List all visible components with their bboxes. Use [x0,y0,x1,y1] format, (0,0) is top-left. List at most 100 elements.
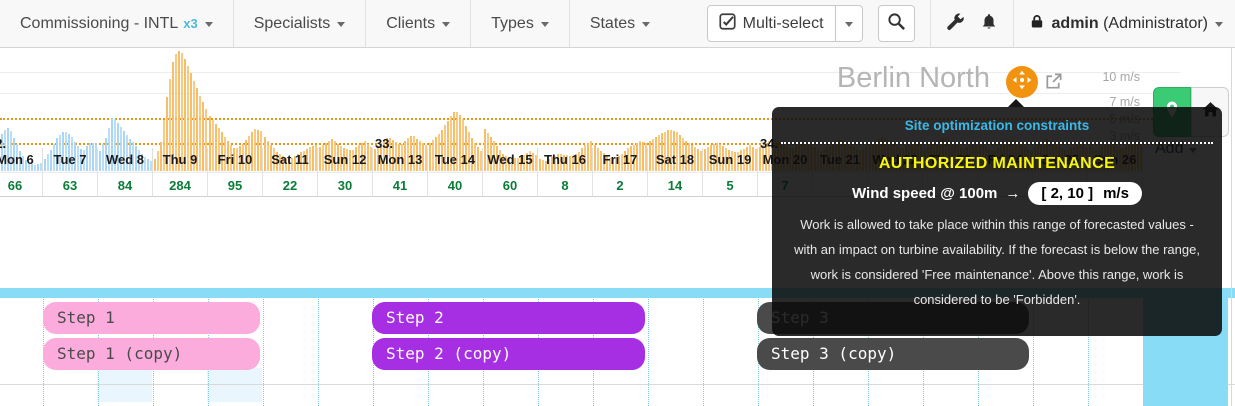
site-optimization-button[interactable] [1006,66,1038,98]
search-icon [887,12,906,36]
day-total-value: 284 [153,172,208,197]
lock-icon [1029,13,1045,35]
day-total-value: 84 [98,172,153,197]
export-button[interactable] [1044,72,1063,96]
caret-down-icon [205,22,213,27]
menu-label: Types [491,15,534,33]
chart-gridline [0,72,1180,73]
day-header-mon-6[interactable]: Mon 6 [0,148,43,172]
day-header-sat-18[interactable]: Sat 18 [648,148,703,172]
day-header-thu-16[interactable]: Thu 16 [538,148,593,172]
top-navbar: Commissioning - INTL x3 Specialists Clients… [0,0,1235,48]
user-role: (Administrator) [1103,15,1208,32]
multi-select-label: Multi-select [743,15,824,33]
gantt-gridline [703,288,704,406]
day-total-value: 66 [0,172,43,197]
day-header-wed-15[interactable]: Wed 15 [483,148,538,172]
right-edge-scroll-line[interactable] [1231,48,1232,406]
caret-down-icon [442,22,450,27]
nav-right-group: Multi-select [707,0,1235,47]
site-title: Berlin North [837,62,990,95]
day-total-value: 22 [263,172,318,197]
menu-states[interactable]: States [570,0,670,47]
day-header-sun-12[interactable]: Sun 12 [318,148,373,172]
day-header-fri-17[interactable]: Fri 17 [593,148,648,172]
gantt-highlight-column [97,368,152,402]
notifications-bell-button[interactable] [980,12,998,36]
gantt-gridline [318,288,319,406]
tooltip-wind-row: Wind speed @ 100m → [ 2, 10 ] m/s [772,182,1222,205]
caret-down-icon [541,22,549,27]
arrow-right-glyph: → [1005,185,1020,202]
menu-label: States [590,15,635,33]
day-total-value: 40 [428,172,483,197]
day-total-value: 2 [593,172,648,197]
day-total-value: 41 [373,172,428,197]
search-button[interactable] [878,5,915,42]
caret-down-icon [642,22,650,27]
day-total-value: 95 [208,172,263,197]
gantt-gridline [648,288,649,406]
checkbox-check-icon [719,13,736,35]
user-menu[interactable]: admin (Administrator) [1029,13,1223,35]
gantt-task-step-1[interactable]: Step 1 [43,302,260,334]
app-window: Commissioning - INTL x3 Specialists Clients… [0,0,1235,406]
bell-icon [980,12,998,36]
menu-label: Specialists [254,15,330,33]
scheduler-stage: 10 m/s7 m/s5 m/s3 m/s32.33.34.Mon 666Tue… [0,48,1235,406]
day-total-value: 60 [483,172,538,197]
navbar-divider [1013,0,1014,47]
menu-types[interactable]: Types [471,0,569,47]
day-total-value: 8 [538,172,593,197]
wind-range-pill: [ 2, 10 ] m/s [1028,182,1142,205]
gantt-gridline [263,288,264,406]
tooltip-title: Site optimization constraints [772,118,1222,133]
menu-label: Clients [386,15,435,33]
menu-commissioning-intl[interactable]: Commissioning - INTL x3 [0,0,233,47]
navbar-divider [930,0,931,47]
user-name: admin [1052,15,1099,32]
wind-range-unit: m/s [1103,185,1129,202]
share-icon [1044,78,1063,95]
day-header-tue-14[interactable]: Tue 14 [428,148,483,172]
wind-speed-label: Wind speed @ 100m [852,185,997,202]
day-total-value: 14 [648,172,703,197]
day-total-value: 63 [43,172,98,197]
caret-down-icon [845,22,853,27]
day-header-sun-19[interactable]: Sun 19 [703,148,758,172]
multi-select-dropdown-toggle[interactable] [835,6,862,41]
day-total-value: 30 [318,172,373,197]
gantt-task-step-1-copy-[interactable]: Step 1 (copy) [43,338,260,370]
menu-specialists[interactable]: Specialists [234,0,365,47]
wrench-icon [946,12,965,36]
day-header-thu-9[interactable]: Thu 9 [153,148,208,172]
multi-select-button[interactable]: Multi-select [708,6,835,41]
menu-clients[interactable]: Clients [366,0,470,47]
settings-wrench-button[interactable] [946,12,965,36]
nav-menu-group: Commissioning - INTL x3 Specialists Clients… [0,0,670,47]
menu-label: Commissioning - INTL [20,15,178,33]
tooltip-arrow [1008,99,1024,107]
chart-gridline [0,93,1180,94]
tooltip-heading: AUTHORIZED MAINTENANCE [772,155,1222,173]
gantt-task-step-2-copy-[interactable]: Step 2 (copy) [372,338,645,370]
day-header-sat-11[interactable]: Sat 11 [263,148,318,172]
day-header-mon-13[interactable]: Mon 13 [373,148,428,172]
move-arrows-icon [1012,70,1032,95]
tooltip-separator [781,142,1213,144]
gantt-highlight-column [207,368,262,402]
day-header-fri-10[interactable]: Fri 10 [208,148,263,172]
tooltip-body-text: Work is allowed to take place within thi… [793,212,1201,312]
gantt-task-step-3-copy-[interactable]: Step 3 (copy) [757,338,1029,370]
day-header-wed-8[interactable]: Wed 8 [98,148,153,172]
caret-down-icon [1215,22,1223,27]
caret-down-icon [337,22,345,27]
day-header-tue-7[interactable]: Tue 7 [43,148,98,172]
day-total-value: 5 [703,172,758,197]
gantt-task-step-2[interactable]: Step 2 [372,302,645,334]
multi-select-split-button: Multi-select [707,5,863,42]
menu-count-badge: x3 [183,16,197,31]
wind-range-value: [ 2, 10 ] [1041,185,1093,202]
site-constraints-tooltip: Site optimization constraints AUTHORIZED… [772,107,1222,336]
gantt-row-separator [0,384,1235,385]
